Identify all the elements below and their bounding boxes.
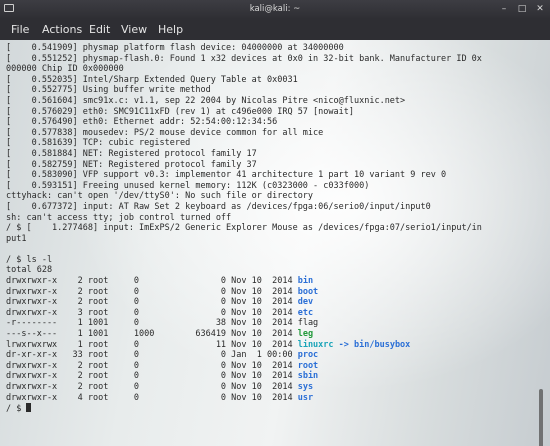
boot-log-line: [ 0.552775] Using buffer write method bbox=[6, 85, 211, 96]
ls-entry-attrs: drwxrwxr-x 2 root 0 0 Nov 10 2014 bbox=[6, 276, 298, 287]
ls-entry-name: proc bbox=[297, 350, 319, 361]
menu-bar: File Actions Edit View Help bbox=[0, 18, 550, 40]
boot-log-line: / $ [ 1.277468] input: ImExPS/2 Generic … bbox=[6, 223, 482, 234]
ls-entry-name: bin bbox=[297, 276, 314, 287]
ls-command-line: / $ ls -l bbox=[6, 254, 53, 265]
ls-entry-name: linuxrc bbox=[297, 339, 334, 350]
boot-log-line: [ 0.576029] eth0: SMC91C11xFD (rev 1) at… bbox=[6, 106, 354, 117]
boot-log-line: [ 0.583090] VFP support v0.3: implemento… bbox=[6, 170, 447, 181]
ls-entry-row: drwxrwxr-x 2 root 0 0 Nov 10 2014 sys bbox=[6, 382, 531, 393]
boot-log-line: cttyhack: can't open '/dev/ttyS0': No su… bbox=[6, 191, 314, 202]
ls-entry-attrs: drwxrwxr-x 2 root 0 0 Nov 10 2014 bbox=[6, 286, 298, 297]
text-cursor bbox=[26, 403, 32, 413]
boot-log-line: [ 0.677372] input: AT Raw Set 2 keyboard… bbox=[6, 201, 431, 212]
ls-entry-row: drwxrwxr-x 4 root 0 0 Nov 10 2014 usr bbox=[6, 393, 531, 404]
ls-entry-row: drwxrwxr-x 2 root 0 0 Nov 10 2014 sbin bbox=[6, 371, 531, 382]
prompt-line: / $ bbox=[6, 403, 531, 414]
ls-entry-attrs: drwxrwxr-x 3 root 0 0 Nov 10 2014 bbox=[6, 307, 298, 318]
boot-log-line: [ 0.552035] Intel/Sharp Extended Query T… bbox=[6, 74, 298, 85]
ls-entry-name: sbin bbox=[297, 371, 319, 382]
menu-actions[interactable]: Actions bbox=[42, 23, 82, 36]
ls-total-line: total 628 bbox=[6, 265, 53, 276]
boot-log-line: [ 0.582759] NET: Registered protocol fam… bbox=[6, 159, 257, 170]
close-icon[interactable]: ✕ bbox=[534, 3, 546, 15]
menu-edit[interactable]: Edit bbox=[89, 23, 110, 36]
shell-prompt: / $ bbox=[6, 404, 27, 415]
title-bar[interactable]: kali@kali: ~ – □ ✕ bbox=[0, 0, 550, 18]
boot-log-line: [ 0.593151] Freeing unused kernel memory… bbox=[6, 180, 370, 191]
ls-entry-attrs: drwxrwxr-x 2 root 0 0 Nov 10 2014 bbox=[6, 297, 298, 308]
boot-log-line: [ 0.576490] eth0: Ethernet addr: 52:54:0… bbox=[6, 117, 278, 128]
ls-entry-row: dr-xr-xr-x 33 root 0 0 Jan 1 00:00 proc bbox=[6, 350, 531, 361]
ls-link-target: -> bin/busybox bbox=[333, 339, 411, 350]
ls-entry-name: usr bbox=[297, 392, 314, 403]
boot-log-line: sh: can't access tty; job control turned… bbox=[6, 212, 232, 223]
boot-log-line: [ 0.577838] mousedev: PS/2 mouse device … bbox=[6, 127, 324, 138]
ls-entry-attrs: drwxrwxr-x 2 root 0 0 Nov 10 2014 bbox=[6, 371, 298, 382]
terminal-scrollbar[interactable] bbox=[539, 389, 543, 446]
ls-entry-attrs: drwxrwxr-x 2 root 0 0 Nov 10 2014 bbox=[6, 360, 298, 371]
ls-entry-name: dev bbox=[297, 297, 314, 308]
boot-log-line: put1 bbox=[6, 233, 27, 244]
ls-entry-name: boot bbox=[297, 286, 319, 297]
menu-view[interactable]: View bbox=[121, 23, 147, 36]
ls-entry-name: leg bbox=[297, 329, 314, 340]
ls-entry-row: drwxrwxr-x 2 root 0 0 Nov 10 2014 bin bbox=[6, 276, 531, 287]
boot-log-line: 000000 Chip ID 0x000000 bbox=[6, 64, 124, 75]
ls-entry-row: ---s--x--- 1 1001 1000 636419 Nov 10 201… bbox=[6, 329, 531, 340]
ls-entry-attrs: drwxrwxr-x 4 root 0 0 Nov 10 2014 bbox=[6, 392, 298, 403]
ls-entry-row: lrwxrwxrwx 1 root 0 11 Nov 10 2014 linux… bbox=[6, 340, 531, 351]
ls-entry-row: drwxrwxr-x 2 root 0 0 Nov 10 2014 dev bbox=[6, 297, 531, 308]
terminal-output[interactable]: [ 0.541909] physmap platform flash devic… bbox=[0, 40, 550, 446]
ls-entry-row: drwxrwxr-x 2 root 0 0 Nov 10 2014 root bbox=[6, 361, 531, 372]
boot-log-line: [ 0.541909] physmap platform flash devic… bbox=[6, 43, 344, 53]
menu-file[interactable]: File bbox=[11, 23, 29, 36]
boot-log-line: [ 0.551252] physmap-flash.0: Found 1 x32… bbox=[6, 53, 482, 64]
ls-entry-name: etc bbox=[297, 307, 314, 318]
window-title: kali@kali: ~ bbox=[249, 4, 301, 14]
ls-entry-attrs: dr-xr-xr-x 33 root 0 0 Jan 1 00:00 bbox=[6, 350, 298, 361]
boot-log-line: [ 0.581884] NET: Registered protocol fam… bbox=[6, 148, 257, 159]
boot-log-line: [ 0.561604] smc91x.c: v1.1, sep 22 2004 … bbox=[6, 95, 406, 106]
boot-log-line bbox=[6, 244, 531, 255]
ls-entry-attrs: lrwxrwxrwx 1 root 0 11 Nov 10 2014 bbox=[6, 339, 298, 350]
ls-entry-row: -r-------- 1 1001 0 38 Nov 10 2014 flag bbox=[6, 318, 531, 329]
minimize-icon[interactable]: – bbox=[498, 3, 510, 15]
terminal-window: kali@kali: ~ – □ ✕ File Actions Edit Vie… bbox=[0, 0, 550, 446]
maximize-icon[interactable]: □ bbox=[516, 3, 528, 15]
terminal-lines: [ 0.541909] physmap platform flash devic… bbox=[6, 43, 531, 414]
ls-entry-attrs: ---s--x--- 1 1001 1000 636419 Nov 10 201… bbox=[6, 329, 298, 340]
ls-entry-row: drwxrwxr-x 3 root 0 0 Nov 10 2014 etc bbox=[6, 308, 531, 319]
menu-help[interactable]: Help bbox=[158, 23, 183, 36]
ls-entry-name: sys bbox=[297, 382, 314, 392]
ls-entry-row: drwxrwxr-x 2 root 0 0 Nov 10 2014 boot bbox=[6, 287, 531, 298]
ls-entry-name: flag bbox=[297, 318, 319, 329]
ls-entry-name: root bbox=[297, 360, 319, 371]
ls-entry-attrs: drwxrwxr-x 2 root 0 0 Nov 10 2014 bbox=[6, 382, 298, 392]
ls-entry-attrs: -r-------- 1 1001 0 38 Nov 10 2014 bbox=[6, 318, 298, 329]
boot-log-line: [ 0.581639] TCP: cubic registered bbox=[6, 138, 191, 149]
